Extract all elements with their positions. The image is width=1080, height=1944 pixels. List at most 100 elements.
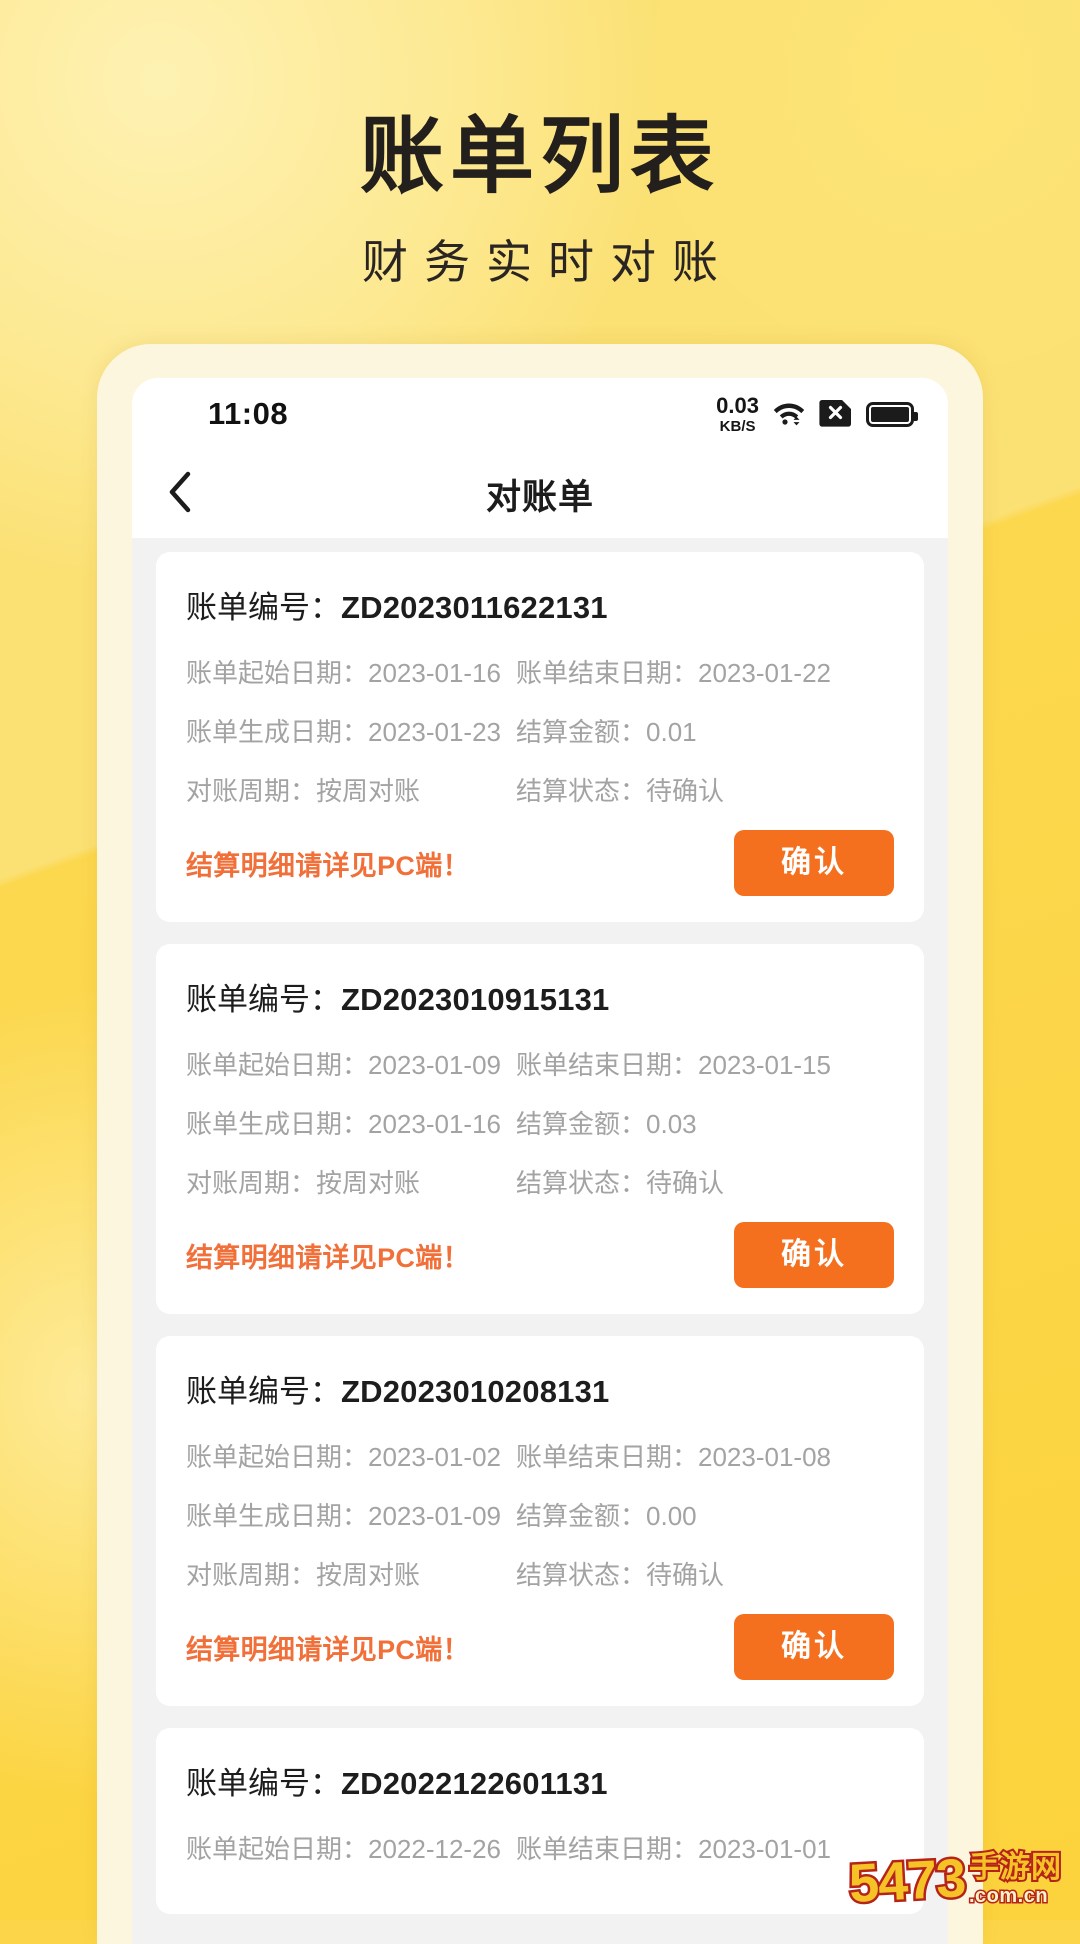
network-speed-indicator: 0.03 KB/S	[716, 392, 759, 435]
status-bar-icons: 0.03 KB/S	[716, 392, 918, 435]
bill-create-date: 账单生成日期：2023-01-09	[186, 1496, 516, 1533]
status-bar: 11:08 0.03 KB/S	[132, 378, 948, 450]
watermark-site-name: 手游网	[967, 1851, 1063, 1885]
bill-card[interactable]: 账单编号：ZD2023010208131 账单起始日期：2023-01-02 账…	[156, 1336, 924, 1706]
bill-cycle-value: 按周对账	[316, 1560, 421, 1590]
bill-start-date-label: 账单起始日期：	[186, 1442, 369, 1472]
bill-amount-value: 0.03	[646, 1109, 697, 1139]
watermark-domain: .com.cn	[968, 1885, 1050, 1908]
promo-subtitle: 财务实时对账	[362, 236, 734, 289]
bill-status-value: 待确认	[646, 1168, 725, 1198]
bill-status-label: 结算状态：	[516, 1168, 647, 1198]
bill-create-date-label: 账单生成日期：	[186, 717, 369, 747]
site-watermark: 5473 手游网 .com.cn	[845, 1846, 1063, 1917]
bill-start-date-value: 2022-12-26	[368, 1834, 502, 1864]
bill-row-cycle-status: 对账周期：按周对账 结算状态：待确认	[186, 1163, 894, 1200]
pc-detail-note: 结算明细请详见PC端！	[186, 1242, 470, 1273]
bill-cycle-label: 对账周期：	[186, 1560, 317, 1590]
wifi-icon	[772, 398, 806, 431]
network-speed-unit: KB/S	[719, 417, 756, 435]
bill-amount: 结算金额：0.03	[516, 1104, 894, 1141]
bill-status: 结算状态：待确认	[516, 1555, 894, 1592]
sim-disabled-icon	[819, 397, 853, 432]
phone-screen: 11:08 0.03 KB/S 对账单 账单编号：ZD2023011622131…	[132, 378, 948, 1944]
bill-status-value: 待确认	[646, 776, 725, 806]
bill-row-cycle-status: 对账周期：按周对账 结算状态：待确认	[186, 1555, 894, 1592]
bill-start-date-value: 2023-01-02	[368, 1442, 502, 1472]
bill-create-date-label: 账单生成日期：	[186, 1501, 369, 1531]
phone-frame: 11:08 0.03 KB/S 对账单 账单编号：ZD2023011622131…	[97, 344, 983, 1944]
bill-end-date-value: 2023-01-22	[698, 658, 832, 688]
bill-end-date: 账单结束日期：2023-01-01	[516, 1829, 894, 1866]
bill-cycle-label: 对账周期：	[186, 776, 317, 806]
confirm-button[interactable]: 确认	[734, 1222, 894, 1288]
bill-start-date-value: 2023-01-16	[368, 658, 502, 688]
promo-header: 账单列表 财务实时对账	[0, 112, 1080, 292]
bill-card[interactable]: 账单编号：ZD2022122601131 账单起始日期：2022-12-26 账…	[156, 1728, 924, 1914]
bill-create-date: 账单生成日期：2023-01-23	[186, 712, 516, 749]
bill-amount-label: 结算金额：	[516, 1109, 647, 1139]
status-bar-clock: 11:08	[208, 396, 289, 431]
pc-detail-note: 结算明细请详见PC端！	[186, 1634, 470, 1665]
bill-list[interactable]: 账单编号：ZD2023011622131 账单起始日期：2023-01-16 账…	[132, 538, 948, 1914]
bill-row-cycle-status: 对账周期：按周对账 结算状态：待确认	[186, 771, 894, 808]
bill-end-date: 账单结束日期：2023-01-15	[516, 1045, 894, 1082]
bill-card-footer: 结算明细请详见PC端！ 确认	[186, 1222, 894, 1288]
network-speed-value: 0.03	[716, 392, 759, 418]
bill-number-line: 账单编号：ZD2022122601131	[186, 1758, 894, 1803]
bill-end-date-value: 2023-01-01	[698, 1834, 832, 1864]
bill-amount-value: 0.01	[646, 717, 697, 747]
confirm-button[interactable]: 确认	[734, 1614, 894, 1680]
bill-number-value: ZD2023010915131	[341, 982, 610, 1017]
bill-row-dates: 账单起始日期：2023-01-16 账单结束日期：2023-01-22	[186, 653, 894, 690]
chevron-left-icon	[168, 471, 192, 518]
bill-start-date: 账单起始日期：2022-12-26	[186, 1829, 516, 1866]
bill-cycle: 对账周期：按周对账	[186, 1163, 516, 1200]
bill-card-footer: 结算明细请详见PC端！ 确认	[186, 1614, 894, 1680]
bill-create-date-value: 2023-01-09	[368, 1501, 502, 1531]
bill-number-value: ZD2023010208131	[341, 1374, 610, 1409]
bill-end-date-value: 2023-01-08	[698, 1442, 832, 1472]
bill-card-footer: 结算明细请详见PC端！ 确认	[186, 830, 894, 896]
bill-number-line: 账单编号：ZD2023010208131	[186, 1366, 894, 1411]
bill-end-date-label: 账单结束日期：	[516, 1834, 699, 1864]
bill-row-create-amount: 账单生成日期：2023-01-23 结算金额：0.01	[186, 712, 894, 749]
bill-card[interactable]: 账单编号：ZD2023010915131 账单起始日期：2023-01-09 账…	[156, 944, 924, 1314]
bill-number-line: 账单编号：ZD2023010915131	[186, 974, 894, 1019]
bill-end-date-label: 账单结束日期：	[516, 658, 699, 688]
bill-status-label: 结算状态：	[516, 776, 647, 806]
bill-row-dates: 账单起始日期：2023-01-02 账单结束日期：2023-01-08	[186, 1437, 894, 1474]
bill-end-date: 账单结束日期：2023-01-08	[516, 1437, 894, 1474]
bill-row-dates: 账单起始日期：2022-12-26 账单结束日期：2023-01-01	[186, 1829, 894, 1866]
pc-detail-note: 结算明细请详见PC端！	[186, 850, 470, 881]
back-button[interactable]	[132, 471, 228, 518]
page-title: 对账单	[485, 477, 594, 517]
bill-amount-label: 结算金额：	[516, 1501, 647, 1531]
bill-number-value: ZD2022122601131	[341, 1766, 608, 1801]
bill-end-date-label: 账单结束日期：	[516, 1050, 699, 1080]
bill-start-date: 账单起始日期：2023-01-09	[186, 1045, 516, 1082]
bill-start-date-label: 账单起始日期：	[186, 1050, 369, 1080]
bill-row-dates: 账单起始日期：2023-01-09 账单结束日期：2023-01-15	[186, 1045, 894, 1082]
bill-number-label: 账单编号：	[186, 982, 341, 1017]
nav-bar: 对账单	[132, 450, 948, 538]
bill-amount-label: 结算金额：	[516, 717, 647, 747]
bill-cycle-value: 按周对账	[316, 1168, 421, 1198]
bill-end-date-label: 账单结束日期：	[516, 1442, 699, 1472]
bill-start-date-label: 账单起始日期：	[186, 1834, 369, 1864]
confirm-button[interactable]: 确认	[734, 830, 894, 896]
watermark-number: 5473	[845, 1846, 969, 1917]
bill-start-date: 账单起始日期：2023-01-02	[186, 1437, 516, 1474]
bill-end-date-value: 2023-01-15	[698, 1050, 832, 1080]
promo-title: 账单列表	[359, 109, 720, 203]
bill-status: 结算状态：待确认	[516, 771, 894, 808]
bill-end-date: 账单结束日期：2023-01-22	[516, 653, 894, 690]
bill-create-date-label: 账单生成日期：	[186, 1109, 369, 1139]
bill-row-create-amount: 账单生成日期：2023-01-09 结算金额：0.00	[186, 1496, 894, 1533]
bill-cycle-label: 对账周期：	[186, 1168, 317, 1198]
bill-number-line: 账单编号：ZD2023011622131	[186, 582, 894, 627]
bill-cycle: 对账周期：按周对账	[186, 771, 516, 808]
bill-card[interactable]: 账单编号：ZD2023011622131 账单起始日期：2023-01-16 账…	[156, 552, 924, 922]
bill-amount-value: 0.00	[646, 1501, 697, 1531]
bill-status-value: 待确认	[646, 1560, 725, 1590]
